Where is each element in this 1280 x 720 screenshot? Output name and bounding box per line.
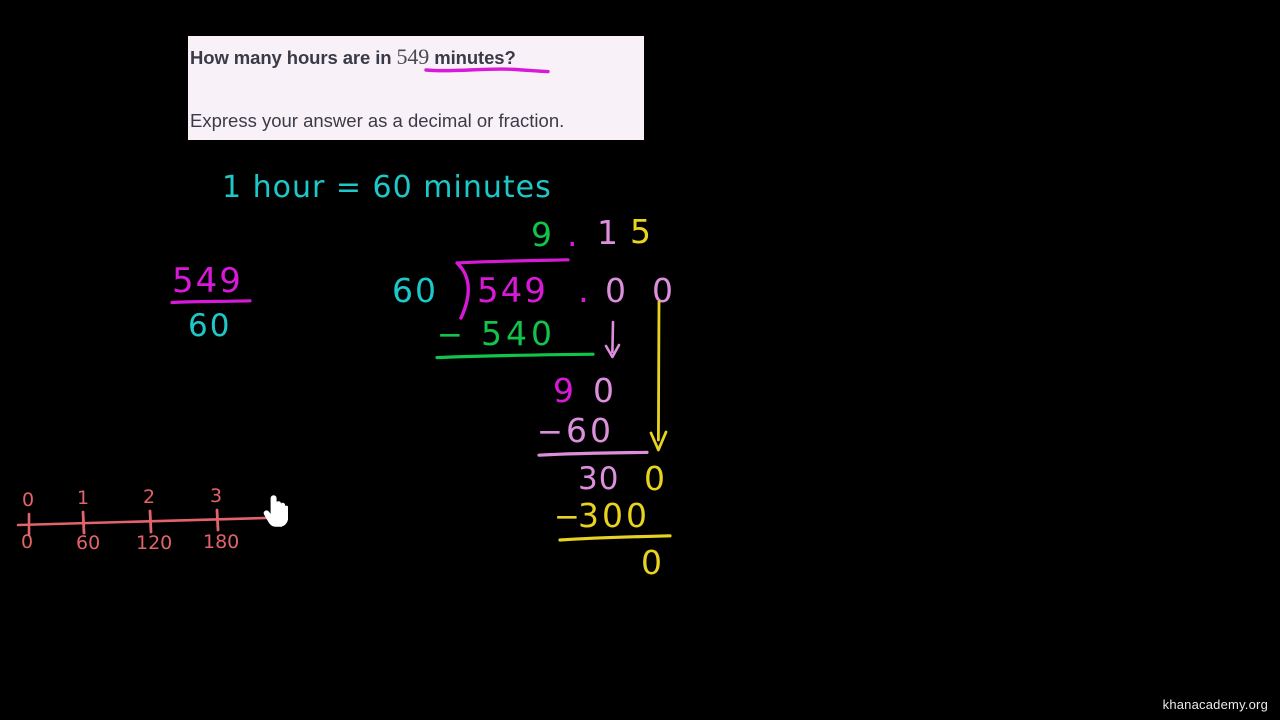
- fraction-bar: [170, 299, 252, 305]
- step-1-minus-sign: −: [437, 317, 463, 353]
- question-instruction: Express your answer as a decimal or frac…: [190, 110, 565, 131]
- number-line-label-above-2: 2: [143, 486, 156, 508]
- long-carry-arrow-icon: [649, 300, 668, 452]
- division-bracket-icon: [456, 262, 470, 320]
- number-line-label-above-1: 1: [77, 487, 90, 509]
- highlight-underline-549: [424, 67, 550, 74]
- step-1-carry-arrow-icon: [604, 320, 621, 359]
- step-1-rule: [435, 352, 595, 360]
- step-2-remainder-left: 30: [578, 461, 620, 497]
- quotient-decimal-point: .: [567, 215, 578, 254]
- step-1-value: 540: [481, 314, 556, 353]
- dividend-trailing-zero-1: 0: [605, 271, 626, 310]
- question-card: How many hours are in 549 minutes? Expre…: [188, 36, 644, 140]
- step-3-rule: [558, 534, 672, 542]
- question-prompt: How many hours are in 549 minutes?: [190, 44, 642, 70]
- number-line-axis: [16, 507, 284, 537]
- dividend-trailing-zero-2: 0: [652, 271, 673, 310]
- number-line-label-below-120: 120: [136, 532, 173, 554]
- pointing-hand-cursor[interactable]: [262, 494, 288, 528]
- step-2-minus-sign: −: [537, 414, 563, 450]
- step-2-value: 60: [566, 411, 614, 450]
- fraction-numerator: 549: [172, 261, 243, 301]
- dividend-decimal-point: .: [578, 271, 589, 311]
- division-vinculum: [455, 258, 570, 265]
- quotient-whole-digit: 9: [531, 215, 552, 254]
- step-3-remainder-right: 0: [641, 543, 662, 582]
- step-2-remainder-right: 0: [644, 459, 665, 498]
- step-3-minus-sign: −: [554, 499, 580, 535]
- step-3-value: 300: [578, 496, 650, 535]
- quotient-hundredths-digit: 5: [630, 212, 651, 251]
- number-line-label-below-180: 180: [203, 531, 240, 553]
- number-line-label-above-3: 3: [210, 485, 223, 507]
- video-canvas: How many hours are in 549 minutes? Expre…: [0, 0, 1280, 720]
- division-divisor: 60: [392, 271, 438, 310]
- number-line-label-above-0: 0: [22, 489, 35, 511]
- step-1-remainder-right: 0: [593, 371, 614, 410]
- step-2-rule: [537, 450, 649, 457]
- quotient-tenths-digit: 1: [597, 213, 618, 252]
- step-1-remainder-left: 9: [553, 371, 574, 410]
- number-line-label-below-0: 0: [21, 531, 34, 553]
- question-prompt-prefix: How many hours are in: [190, 47, 397, 68]
- conversion-line: 1 hour = 60 minutes: [222, 170, 552, 205]
- dividend-digits: 549: [477, 271, 548, 311]
- number-line-label-below-60: 60: [76, 532, 101, 554]
- fraction-denominator: 60: [188, 308, 232, 344]
- watermark-khanacademy: khanacademy.org: [1162, 697, 1268, 712]
